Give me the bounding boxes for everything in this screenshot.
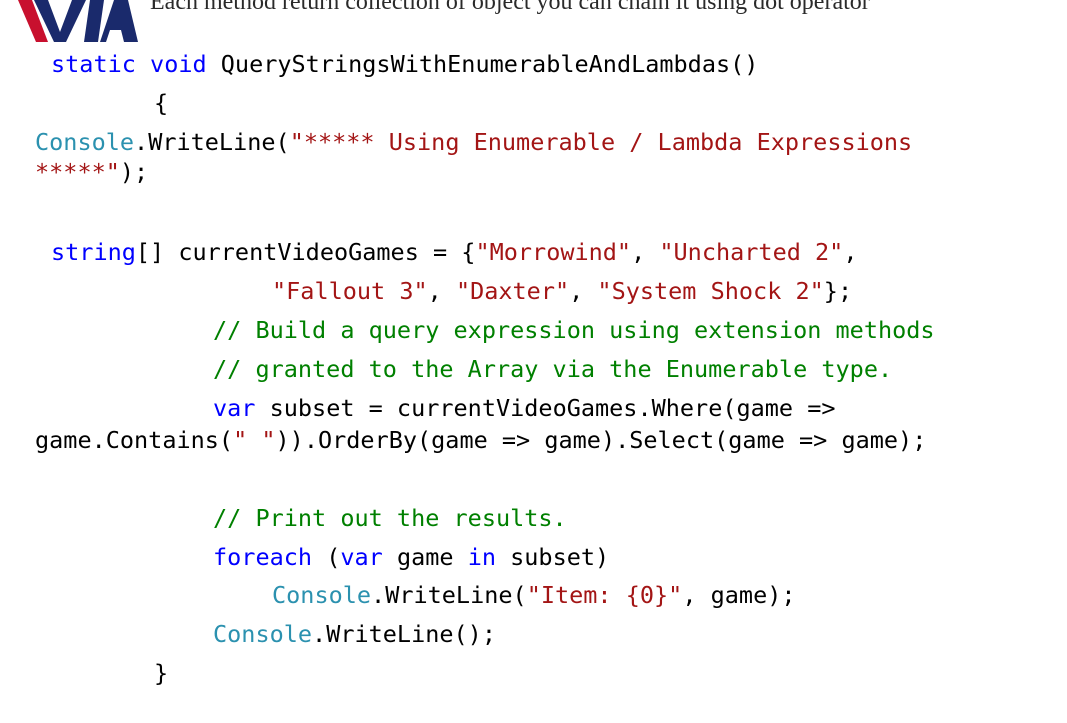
type-console: Console xyxy=(35,128,135,156)
statement-end: ); xyxy=(119,158,149,186)
paren-open: ( xyxy=(312,543,341,571)
keyword-string: string xyxy=(51,238,136,266)
string-system-shock: "System Shock 2" xyxy=(597,277,824,305)
comment: // Build a query expression using extens… xyxy=(213,316,935,344)
string-daxter: "Daxter" xyxy=(455,277,570,305)
logo-mark xyxy=(18,0,138,42)
subset-assignment: subset = currentVideoGames.Where(game => xyxy=(255,394,836,422)
string-morrowind: "Morrowind" xyxy=(475,238,632,266)
string-item-format: "Item: {0}" xyxy=(526,581,683,609)
keyword-foreach: foreach xyxy=(213,543,313,571)
code-line-4: *****"); xyxy=(35,159,148,185)
separator: , xyxy=(843,238,858,266)
type-console: Console xyxy=(272,581,372,609)
logo-navy-a xyxy=(100,0,138,42)
contains-call: game.Contains( xyxy=(35,426,234,454)
code-line-5: string[] currentVideoGames = {"Morrowind… xyxy=(51,239,857,265)
open-brace: { xyxy=(154,89,169,117)
writeline-call: .WriteLine( xyxy=(371,581,527,609)
comment: // granted to the Array via the Enumerab… xyxy=(213,355,893,383)
separator: , xyxy=(569,277,598,305)
string-literal: "***** Using Enumerable / Lambda Express… xyxy=(289,128,913,156)
code-line-11: // Print out the results. xyxy=(213,505,567,531)
close-brace: } xyxy=(154,659,169,687)
logo-navy-bar xyxy=(84,0,104,42)
code-line-14: Console.WriteLine(); xyxy=(213,621,496,647)
string-space: " " xyxy=(233,426,276,454)
code-line-7: // Build a query expression using extens… xyxy=(213,317,935,343)
slide-caption: Each method return collection of object … xyxy=(150,0,870,15)
keyword-void: void xyxy=(150,50,207,78)
writeline-empty-call: .WriteLine(); xyxy=(312,620,496,648)
loop-variable: game xyxy=(382,543,468,571)
writeline-call: .WriteLine( xyxy=(134,128,290,156)
string-uncharted: "Uncharted 2" xyxy=(659,238,844,266)
comment: // Print out the results. xyxy=(213,504,567,532)
separator: , xyxy=(631,238,660,266)
type-console: Console xyxy=(213,620,313,648)
array-declaration: [] currentVideoGames = { xyxy=(135,238,476,266)
orderby-select-chain: )).OrderBy(game => game).Select(game => … xyxy=(275,426,927,454)
keyword-in: in xyxy=(467,543,496,571)
code-line-9: var subset = currentVideoGames.Where(gam… xyxy=(213,395,836,421)
writeline-args: , game); xyxy=(682,581,796,609)
code-line-13: Console.WriteLine("Item: {0}", game); xyxy=(272,582,796,608)
code-line-3: Console.WriteLine("***** Using Enumerabl… xyxy=(35,129,912,155)
code-line-6: "Fallout 3", "Daxter", "System Shock 2"}… xyxy=(272,278,852,304)
keyword-static: static xyxy=(51,50,136,78)
separator: , xyxy=(427,277,456,305)
code-line-12: foreach (var game in subset) xyxy=(213,544,609,570)
code-line-1: static void QueryStringsWithEnumerableAn… xyxy=(51,51,758,77)
keyword-var: var xyxy=(213,394,256,422)
method-signature: QueryStringsWithEnumerableAndLambdas() xyxy=(206,50,759,78)
array-end: }; xyxy=(823,277,853,305)
code-line-15: } xyxy=(154,660,168,686)
string-literal-end: *****" xyxy=(35,158,120,186)
code-line-8: // granted to the Array via the Enumerab… xyxy=(213,356,892,382)
loop-source: subset) xyxy=(495,543,610,571)
keyword-var: var xyxy=(340,543,383,571)
string-fallout: "Fallout 3" xyxy=(272,277,428,305)
code-line-10: game.Contains(" ")).OrderBy(game => game… xyxy=(35,427,926,453)
code-line-2: { xyxy=(154,90,168,116)
